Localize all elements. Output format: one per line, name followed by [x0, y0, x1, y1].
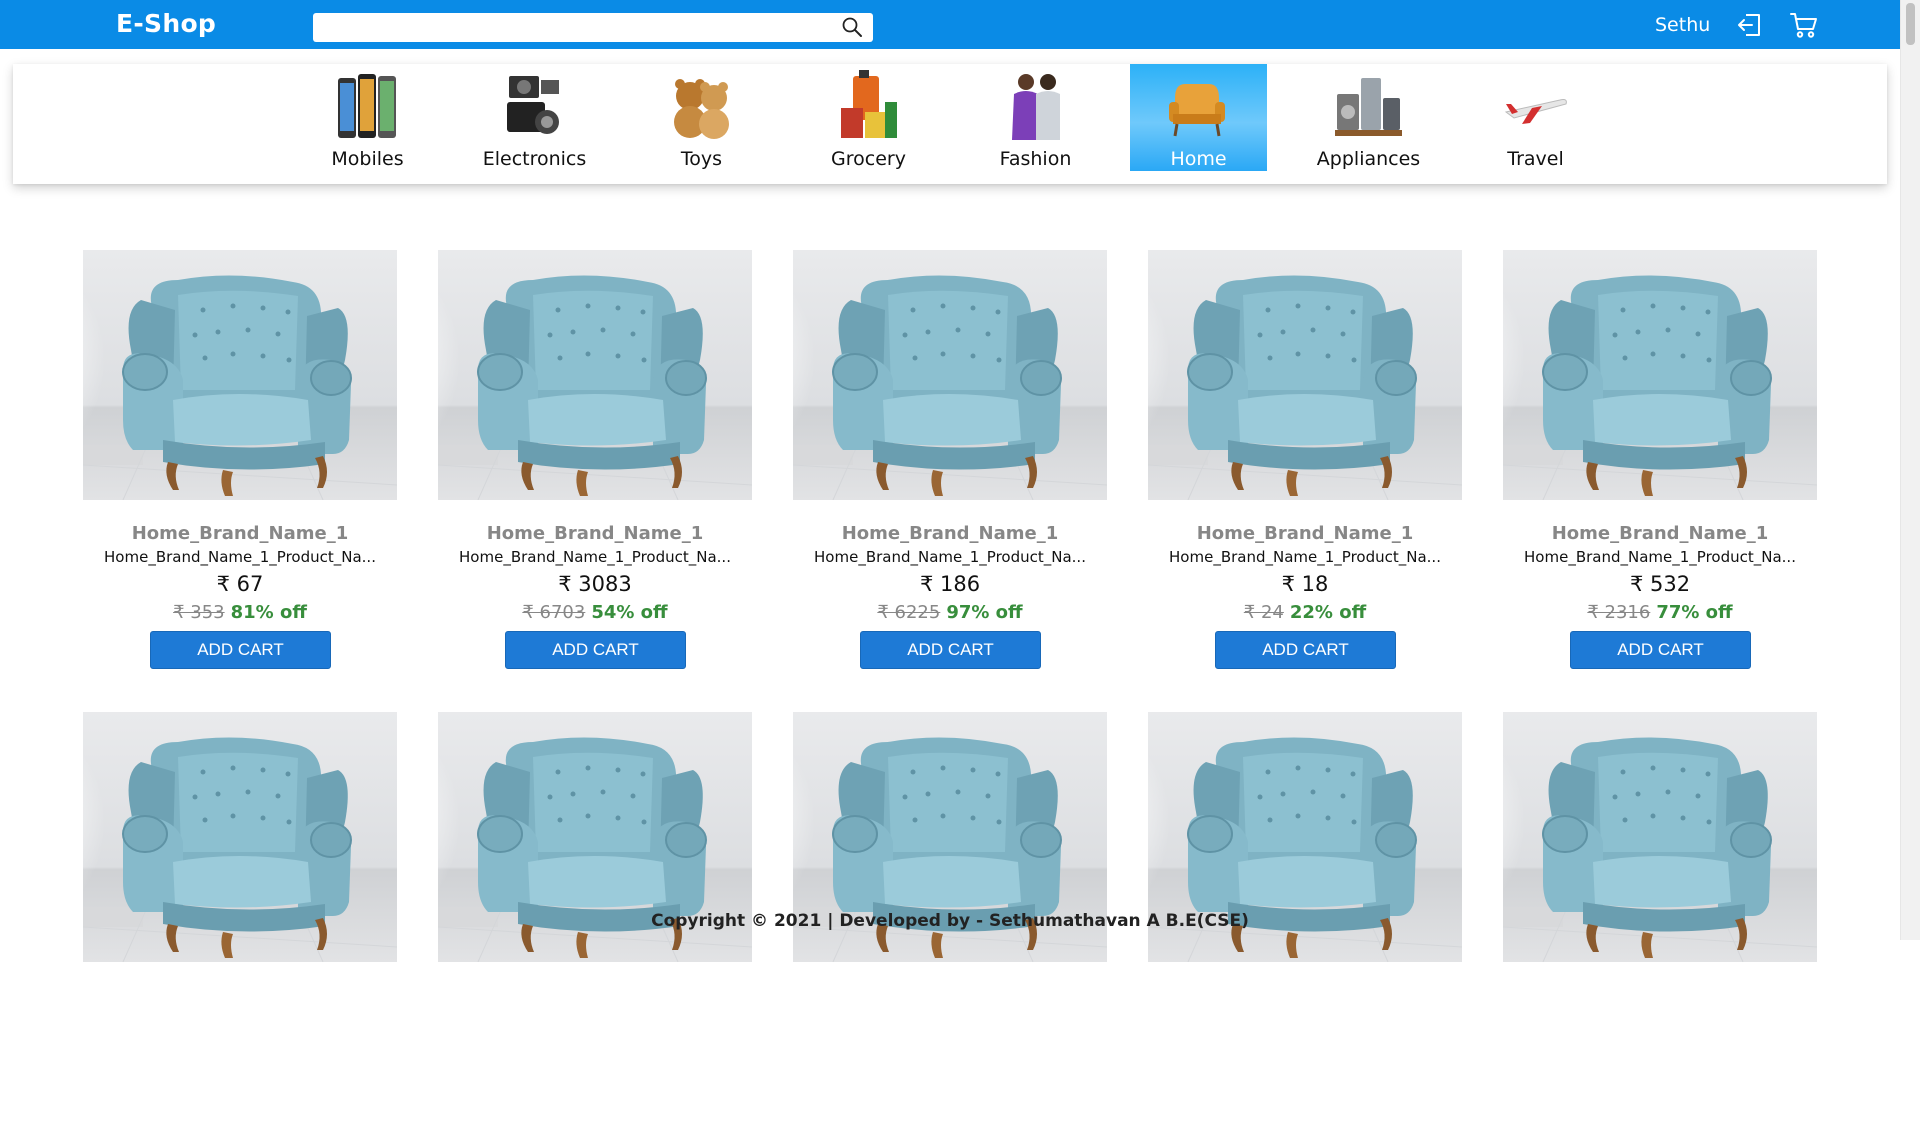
product-name[interactable]: Home_Brand_Name_1_Product_Na...	[805, 548, 1095, 566]
discount-badge: 22% off	[1289, 602, 1367, 623]
product-name[interactable]: Home_Brand_Name_1_Product_Na...	[1160, 548, 1450, 566]
top-navbar: E-Shop Sethu	[0, 0, 1900, 49]
add-cart-button[interactable]: ADD CART	[150, 631, 331, 669]
category-label: Electronics	[482, 148, 587, 170]
product-price: ₹ 186	[919, 572, 981, 596]
product-name[interactable]: Home_Brand_Name_1_Product_Na...	[450, 548, 740, 566]
search-icon[interactable]	[841, 16, 865, 38]
add-cart-button[interactable]: ADD CART	[1215, 631, 1396, 669]
price-discount-line: ₹ 6703 54% off	[438, 602, 752, 623]
category-grocery[interactable]: Grocery	[800, 64, 937, 171]
armchair-image	[438, 250, 752, 500]
travel-icon	[1504, 99, 1567, 124]
footer-copyright: Copyright © 2021 | Developed by - Sethum…	[651, 911, 1249, 931]
user-name[interactable]: Sethu	[1655, 14, 1710, 36]
armchair-image	[1148, 250, 1462, 500]
add-cart-button[interactable]: ADD CART	[860, 631, 1041, 669]
price-discount-line: ₹ 6225 97% off	[793, 602, 1107, 623]
product-card: Home_Brand_Name_1 Home_Brand_Name_1_Prod…	[1503, 250, 1817, 680]
mobiles-icon	[338, 74, 396, 138]
discount-badge: 77% off	[1656, 602, 1733, 623]
product-price: ₹ 3083	[558, 572, 632, 596]
electronics-icon	[507, 76, 559, 134]
category-label: Toys	[680, 148, 723, 170]
product-brand: Home_Brand_Name_1	[1196, 523, 1414, 544]
product-mrp: ₹ 6225	[877, 602, 941, 623]
scrollbar-thumb[interactable]	[1906, 3, 1915, 45]
armchair-image	[1503, 250, 1817, 500]
logo[interactable]: E-Shop	[116, 9, 216, 38]
discount-badge: 81% off	[230, 602, 307, 623]
category-toys[interactable]: Toys	[633, 64, 770, 171]
category-bar: Mobiles Electronics Toys Grocery Fashion…	[13, 64, 1887, 184]
grocery-icon	[841, 70, 897, 138]
cart-icon[interactable]	[1789, 11, 1819, 39]
product-brand: Home_Brand_Name_1	[486, 523, 704, 544]
product-image[interactable]	[438, 250, 752, 500]
price-discount-line: ₹ 353 81% off	[83, 602, 397, 623]
category-travel[interactable]: Travel	[1467, 64, 1604, 171]
armchair-image	[83, 250, 397, 500]
category-label: Fashion	[999, 148, 1072, 170]
product-image[interactable]	[1148, 250, 1462, 500]
category-label: Appliances	[1316, 148, 1421, 170]
product-mrp: ₹ 24	[1243, 602, 1284, 623]
category-label: Mobiles	[331, 148, 404, 170]
product-mrp: ₹ 353	[173, 602, 225, 623]
product-price: ₹ 18	[1281, 572, 1329, 596]
armchair-image	[793, 250, 1107, 500]
discount-badge: 97% off	[946, 602, 1023, 623]
appliances-icon	[1335, 78, 1402, 136]
search-box[interactable]	[313, 13, 873, 42]
fashion-icon	[1012, 74, 1060, 140]
product-name[interactable]: Home_Brand_Name_1_Product_Na...	[95, 548, 385, 566]
product-image[interactable]	[793, 250, 1107, 500]
category-mobiles[interactable]: Mobiles	[299, 64, 436, 171]
product-brand: Home_Brand_Name_1	[131, 523, 349, 544]
category-home[interactable]: Home	[1130, 64, 1267, 171]
discount-badge: 54% off	[591, 602, 668, 623]
category-fashion[interactable]: Fashion	[967, 64, 1104, 171]
toys-icon	[674, 79, 729, 139]
product-card: Home_Brand_Name_1 Home_Brand_Name_1_Prod…	[83, 250, 397, 680]
category-label: Travel	[1507, 148, 1564, 170]
product-mrp: ₹ 6703	[522, 602, 586, 623]
product-brand: Home_Brand_Name_1	[1551, 523, 1769, 544]
home-icon	[1169, 84, 1225, 137]
product-price: ₹ 532	[1629, 572, 1691, 596]
category-label: Home	[1170, 148, 1227, 170]
product-image[interactable]	[83, 250, 397, 500]
product-card: Home_Brand_Name_1 Home_Brand_Name_1_Prod…	[793, 250, 1107, 680]
product-name[interactable]: Home_Brand_Name_1_Product_Na...	[1515, 548, 1805, 566]
vertical-scrollbar[interactable]	[1900, 0, 1920, 940]
price-discount-line: ₹ 24 22% off	[1148, 602, 1462, 623]
category-electronics[interactable]: Electronics	[466, 64, 603, 171]
product-brand: Home_Brand_Name_1	[841, 523, 1059, 544]
category-label: Grocery	[831, 148, 906, 170]
add-cart-button[interactable]: ADD CART	[1570, 631, 1751, 669]
product-price: ₹ 67	[216, 572, 264, 596]
product-image[interactable]	[1503, 250, 1817, 500]
search-input[interactable]	[313, 13, 823, 42]
price-discount-line: ₹ 2316 77% off	[1503, 602, 1817, 623]
product-card: Home_Brand_Name_1 Home_Brand_Name_1_Prod…	[438, 250, 752, 680]
category-appliances[interactable]: Appliances	[1300, 64, 1437, 171]
product-card: Home_Brand_Name_1 Home_Brand_Name_1_Prod…	[1148, 250, 1462, 680]
logout-icon[interactable]	[1735, 12, 1763, 38]
product-mrp: ₹ 2316	[1587, 602, 1651, 623]
add-cart-button[interactable]: ADD CART	[505, 631, 686, 669]
